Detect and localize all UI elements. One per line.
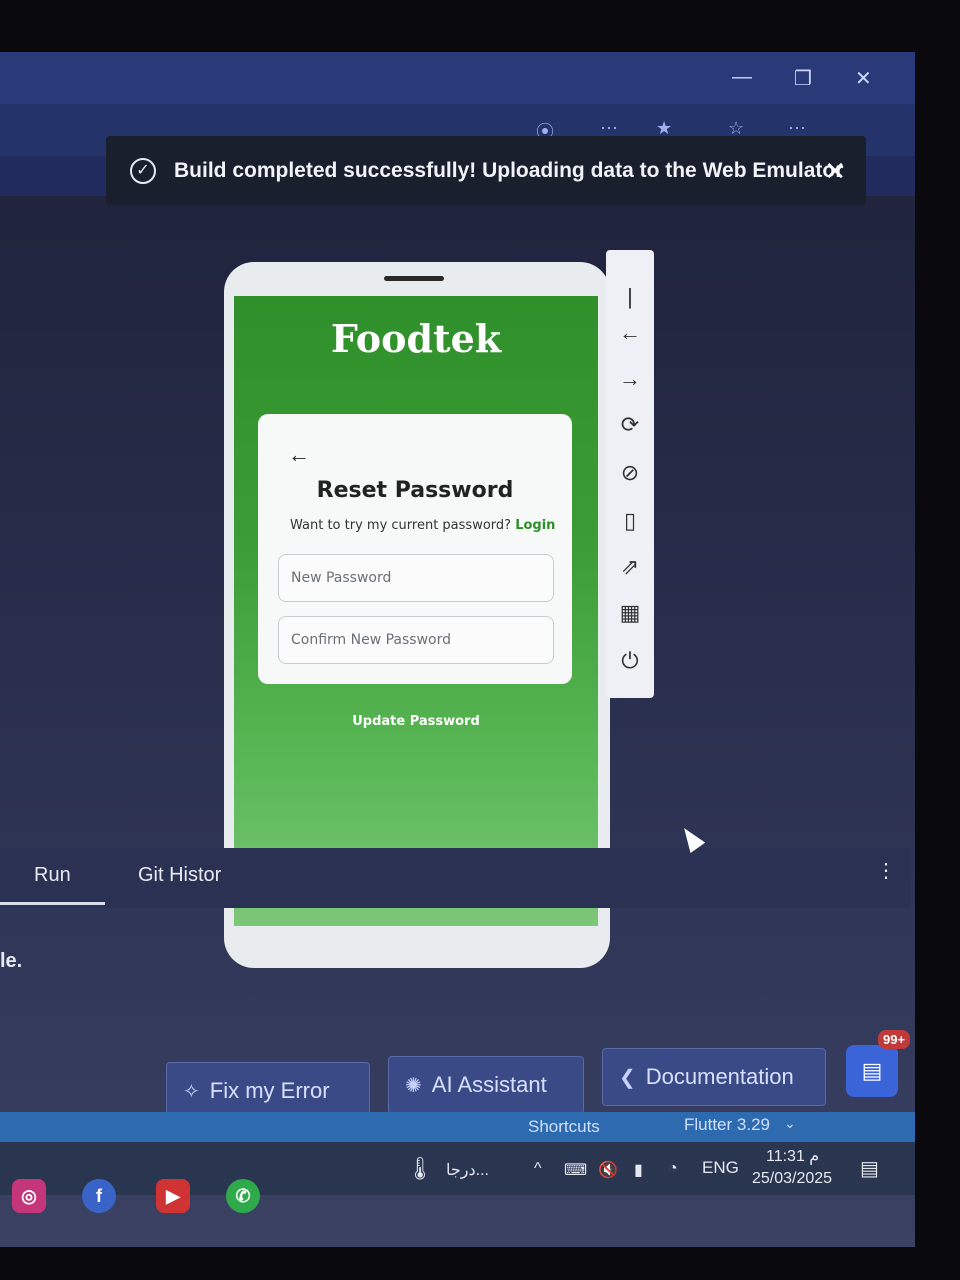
status-bar: Shortcuts Flutter 3.29 ⌄ (0, 1112, 915, 1142)
brain-icon: ✺ (405, 1074, 422, 1097)
partial-text: le. (0, 950, 23, 972)
windows-taskbar: 🌡 درجا... ^ ⌨ 🔇 ▮ ◔ ENG 11:31 م 25/03/20… (0, 1142, 915, 1195)
flutter-icon: ❮ (619, 1066, 636, 1089)
subtitle-text: Want to try my current password? (290, 518, 512, 533)
minimize-icon[interactable]: — (732, 66, 752, 89)
update-password-button[interactable]: Update Password (234, 714, 598, 729)
wifi-icon[interactable]: ◔ (668, 1160, 678, 1178)
language-indicator[interactable]: ENG (702, 1158, 739, 1178)
reload-icon[interactable]: ⟳ (606, 412, 654, 438)
chat-button[interactable]: ▤ (846, 1045, 898, 1097)
volume-muted-icon[interactable]: 🔇 (598, 1160, 618, 1180)
clock-time[interactable]: 11:31 م (766, 1146, 819, 1166)
back-arrow-icon[interactable]: ← (288, 442, 310, 468)
tab-run[interactable]: Run (34, 864, 71, 887)
emulator-toolbar: | ← → ⟳ ⊘ ▯ ⇗ ▦ ⏻ (606, 250, 654, 698)
qr-code-icon[interactable]: ▦ (606, 600, 654, 626)
flutter-version[interactable]: Flutter 3.29 (684, 1115, 770, 1135)
app-screen: Foodtek ← Reset Password Want to try my … (234, 296, 598, 926)
browser-titlebar: — ❐ ✕ (0, 52, 915, 104)
battery-icon[interactable]: ▮ (634, 1160, 643, 1180)
chevron-down-icon[interactable]: ⌄ (784, 1115, 796, 1132)
shortcuts-label[interactable]: Shortcuts (528, 1117, 600, 1137)
tab-run-underline (0, 902, 105, 905)
fix-my-error-label: Fix my Error (209, 1078, 330, 1103)
documentation-label: Documentation (645, 1064, 794, 1089)
power-icon[interactable]: ⏻ (606, 648, 654, 674)
toast-message: Build completed successfully! Uploading … (174, 159, 844, 182)
phone-notch (384, 276, 444, 281)
confirm-password-field[interactable]: Confirm New Password (278, 616, 554, 664)
open-external-icon[interactable]: ⇗ (606, 554, 654, 580)
app-logo: Foodtek (330, 316, 502, 361)
thermometer-icon: 🌡 (406, 1156, 434, 1181)
ai-assistant-button[interactable]: ✺ AI Assistant (388, 1056, 584, 1114)
keyboard-icon[interactable]: ⌨ (564, 1160, 587, 1180)
documentation-button[interactable]: ❮ Documentation (602, 1048, 826, 1106)
forward-icon[interactable]: → (606, 366, 654, 392)
build-toast: ✓ Build completed successfully! Uploadin… (106, 136, 866, 206)
whatsapp-icon[interactable]: ✆ (226, 1179, 260, 1213)
tray-chevron-icon[interactable]: ^ (534, 1160, 542, 1178)
divider-icon: | (627, 284, 633, 309)
ide-tab-bar: Run Git Histor ⋮ (0, 848, 910, 908)
close-window-icon[interactable]: ✕ (855, 66, 872, 91)
instagram-icon[interactable]: ◎ (12, 1179, 46, 1213)
rotate-icon[interactable]: ⊘ (606, 460, 654, 486)
notifications-icon[interactable]: ▤ (860, 1156, 879, 1181)
notification-badge: 99+ (878, 1030, 911, 1049)
toast-close-icon[interactable]: ✕ (824, 156, 846, 187)
restore-icon[interactable]: ❐ (794, 66, 812, 91)
magic-wand-icon: ✧ (183, 1080, 200, 1103)
tab-git-history[interactable]: Git Histor (138, 864, 221, 887)
subtitle-line: Want to try my current password? Login (290, 518, 555, 533)
card-title: Reset Password (316, 478, 514, 503)
kebab-menu-icon[interactable]: ⋮ (876, 858, 896, 883)
login-link[interactable]: Login (515, 518, 555, 533)
weather-label[interactable]: درجا... (446, 1160, 489, 1180)
check-circle-icon: ✓ (130, 158, 156, 184)
new-password-field[interactable]: New Password (278, 554, 554, 602)
chat-icon: ▤ (861, 1058, 883, 1083)
ai-assistant-label: AI Assistant (431, 1072, 547, 1097)
reset-card: ← Reset Password Want to try my current … (258, 414, 572, 684)
device-icon[interactable]: ▯ (606, 508, 654, 534)
facebook-icon[interactable]: f (82, 1179, 116, 1213)
youtube-icon[interactable]: ▶ (156, 1179, 190, 1213)
clock-date[interactable]: 25/03/2025 (752, 1170, 832, 1188)
back-icon[interactable]: ← (606, 320, 654, 346)
